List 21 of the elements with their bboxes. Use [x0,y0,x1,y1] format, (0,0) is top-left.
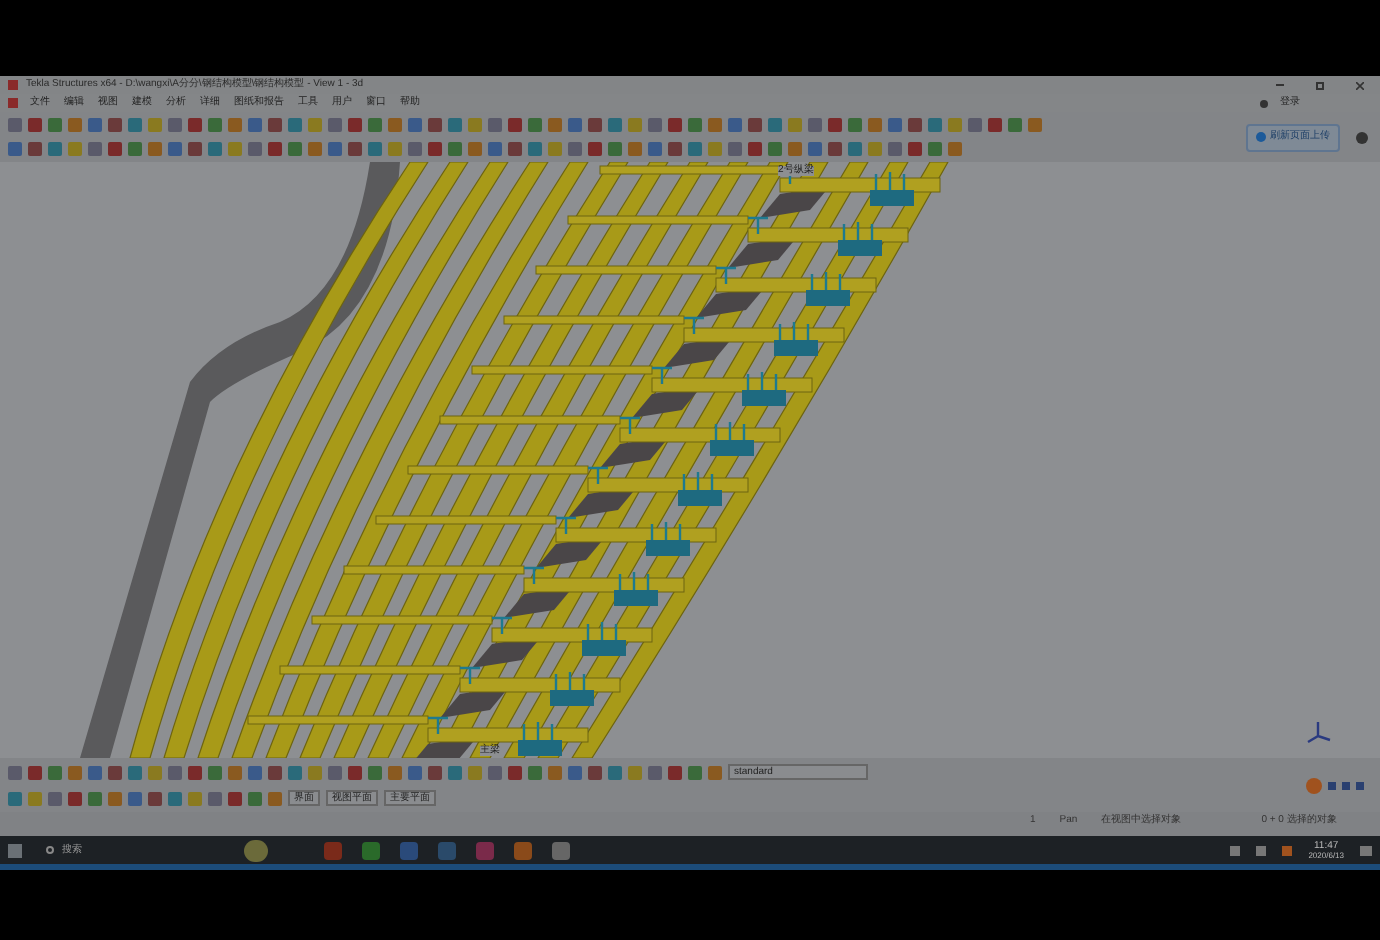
input-method-icon[interactable] [1306,777,1322,793]
tray-icon[interactable] [1282,845,1293,855]
taskbar-app-icon[interactable] [552,841,570,859]
app-menu-icon[interactable] [8,98,18,108]
search-icon [46,846,54,854]
minimize-icon[interactable] [1276,84,1284,86]
maximize-icon[interactable] [1316,81,1324,89]
start-icon[interactable] [8,843,22,857]
tray-icon[interactable] [1256,845,1267,855]
tray-icon[interactable] [1230,845,1241,855]
close-icon[interactable] [1356,81,1364,89]
taskbar-app-icon[interactable] [324,841,342,859]
notification-icon[interactable] [1360,845,1372,855]
taskbar-app-icon[interactable] [476,841,494,859]
taskbar-app-icon[interactable] [438,841,456,859]
taskbar-app-icon[interactable] [514,841,532,859]
app-icon [8,80,18,90]
axis-gizmo-icon [1304,718,1332,746]
taskbar-app-icon[interactable] [362,841,380,859]
taskbar-app-icon[interactable] [244,839,268,861]
taskbar-app-icon[interactable] [400,841,418,859]
